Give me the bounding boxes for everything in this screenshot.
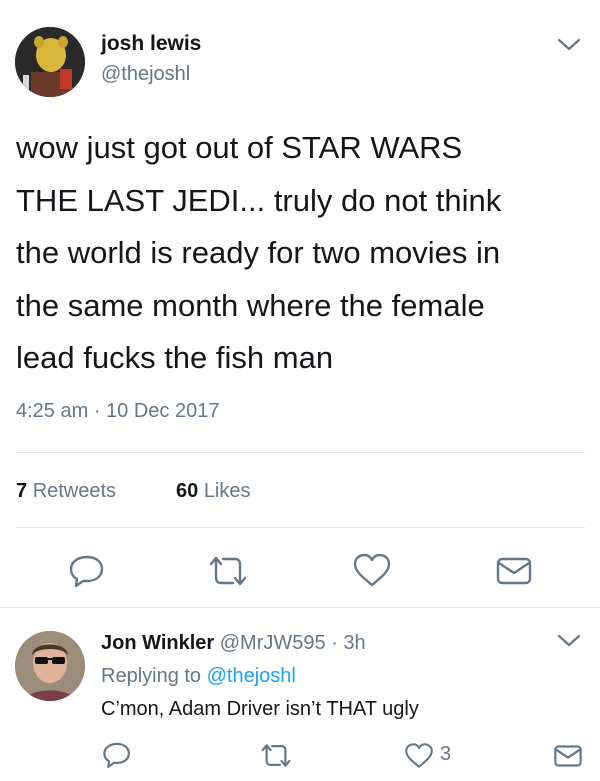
reply-author-handle[interactable]: @MrJW595 bbox=[220, 632, 326, 654]
reply-time[interactable]: 3h bbox=[343, 632, 365, 654]
heart-icon[interactable] bbox=[352, 552, 392, 593]
chevron-down-icon[interactable] bbox=[556, 632, 582, 655]
tweet-timestamp[interactable]: 4:25 am · 10 Dec 2017 bbox=[16, 400, 219, 423]
envelope-icon[interactable] bbox=[495, 556, 533, 591]
author-handle[interactable]: @thejoshl bbox=[101, 63, 190, 86]
retweets-label: Retweets bbox=[32, 480, 117, 502]
envelope-icon[interactable] bbox=[553, 744, 583, 773]
reply-author-name[interactable]: Jon Winkler bbox=[101, 632, 214, 654]
tweet-text-line: the world is ready for two movies in bbox=[16, 235, 501, 270]
reply-icon[interactable] bbox=[68, 552, 106, 595]
tweet-text: wow just got out of STAR WARS THE LAST J… bbox=[16, 122, 501, 385]
reply-separator: · bbox=[331, 632, 338, 654]
likes-stat[interactable]: 60 Likes bbox=[176, 480, 251, 503]
reply-icon[interactable] bbox=[102, 740, 132, 775]
reply-text: C’mon, Adam Driver isn’t THAT ugly bbox=[101, 698, 419, 720]
tweet-text-line: THE LAST JEDI... truly do not think bbox=[16, 182, 502, 218]
tweet-text-line: lead fucks the fish man bbox=[16, 340, 334, 375]
reply-header: Jon Winkler @MrJW595 · 3h bbox=[101, 632, 366, 655]
retweets-stat[interactable]: 7 Retweets bbox=[16, 480, 116, 503]
divider bbox=[16, 452, 585, 453]
retweet-icon[interactable] bbox=[205, 554, 251, 593]
divider bbox=[0, 607, 600, 608]
tweet-text-line: the same month where the female bbox=[16, 287, 485, 323]
tweet-text-line: wow just got out of STAR WARS bbox=[16, 130, 463, 165]
author-avatar[interactable] bbox=[15, 27, 85, 97]
retweets-count: 7 bbox=[16, 480, 28, 502]
replying-to-handle[interactable]: @thejoshl bbox=[207, 665, 296, 687]
chevron-down-icon[interactable] bbox=[556, 36, 582, 59]
reply-likes-count: 3 bbox=[440, 743, 452, 765]
replying-to: Replying to @thejoshl bbox=[101, 665, 296, 688]
heart-icon[interactable] bbox=[404, 742, 434, 774]
author-name[interactable]: josh lewis bbox=[101, 32, 201, 56]
likes-count: 60 bbox=[176, 480, 199, 502]
reply-author-avatar[interactable] bbox=[15, 631, 85, 701]
divider bbox=[16, 527, 585, 528]
replying-to-label: Replying to bbox=[101, 665, 202, 687]
likes-label: Likes bbox=[203, 480, 251, 502]
retweet-icon[interactable] bbox=[258, 742, 294, 774]
